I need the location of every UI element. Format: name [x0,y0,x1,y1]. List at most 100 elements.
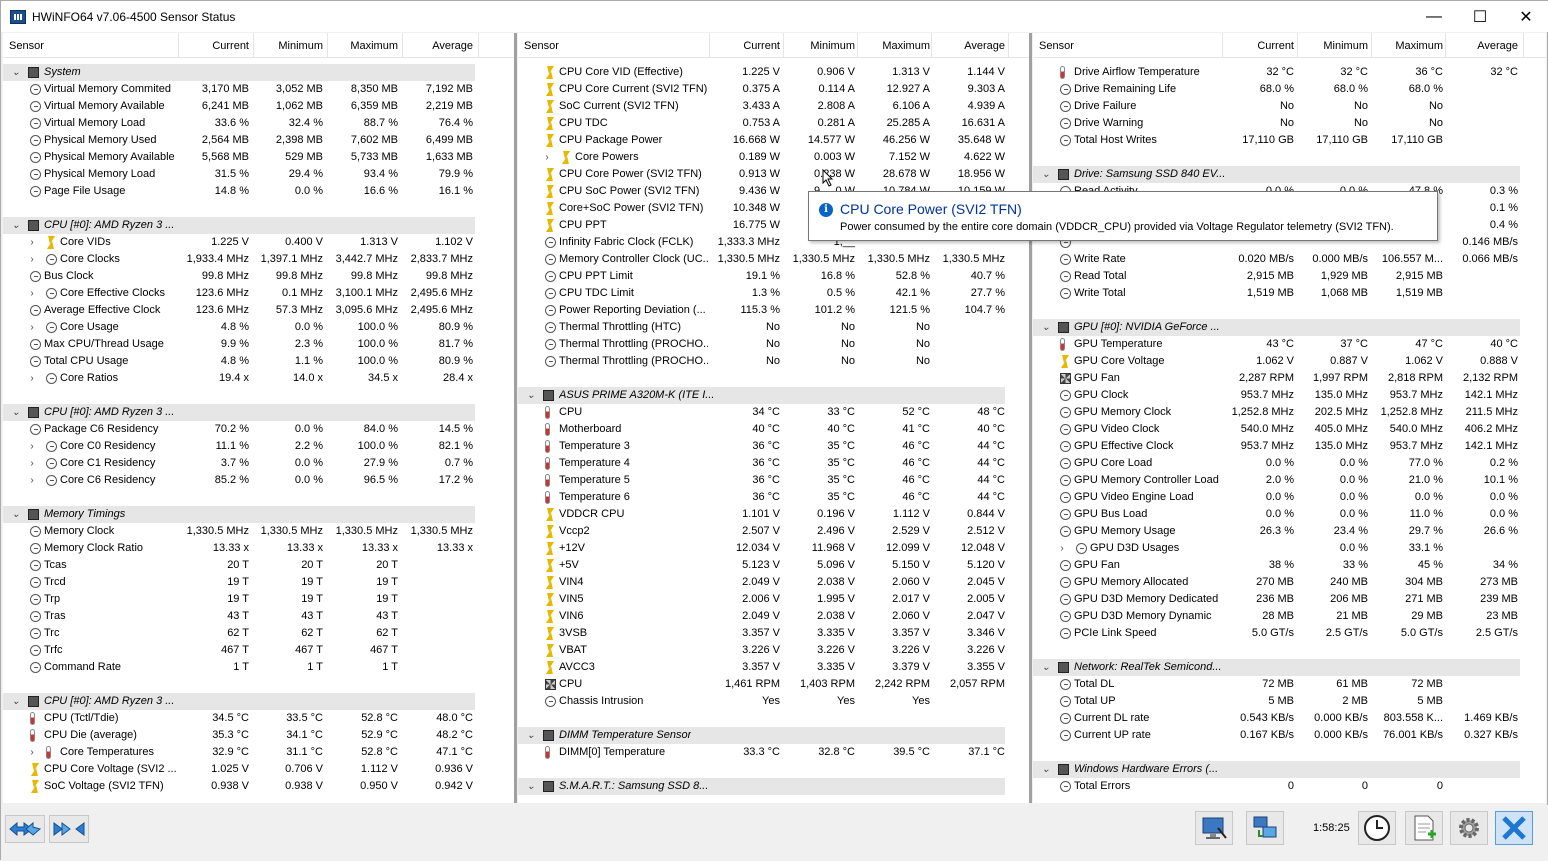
collapse-icon[interactable]: ⌄ [1041,166,1051,183]
collapse-icon[interactable]: ⌄ [11,506,21,523]
sensor-row[interactable]: Motherboard 40 °C 40 °C 41 °C 40 °C [518,421,1029,438]
sensor-row[interactable]: Temperature 6 36 °C 35 °C 46 °C 44 °C [518,489,1029,506]
sensor-row[interactable]: › Core Effective Clocks 123.6 MHz 0.1 MHz 3,… [3,285,514,302]
sensor-row[interactable]: Write Total 1,519 MB 1,068 MB 1,519 MB [1033,285,1546,302]
sensor-row[interactable]: Page File Usage 14.8 % 0.0 % 16.6 % 16.1 % [3,183,514,200]
sensor-row[interactable]: 3VSB 3.357 V 3.335 V 3.357 V 3.346 V [518,625,1029,642]
sensor-group-header[interactable]: ⌄ System [3,64,475,81]
sensor-group-header[interactable]: ⌄ CPU [#0]: AMD Ryzen 3 ... [3,404,475,421]
sensor-row[interactable]: GPU Bus Load 0.0 % 0.0 % 11.0 % 0.0 % [1033,506,1546,523]
header-current[interactable]: Current [212,40,249,52]
expand-icon[interactable]: › [27,285,37,302]
sensor-row[interactable]: GPU Video Engine Load 0.0 % 0.0 % 0.0 % 0.0 … [1033,489,1546,506]
sensor-row[interactable]: CPU Die (average) 35.3 °C 34.1 °C 52.9 °C 48… [3,727,514,744]
header-maximum[interactable]: Maximum [882,40,930,52]
expand-icon[interactable]: › [27,744,37,761]
sensor-row[interactable]: Virtual Memory Commited 3,170 MB 3,052 MB 8… [3,81,514,98]
panel-splitter[interactable] [514,33,517,803]
sensor-row[interactable]: Physical Memory Available 5,568 MB 529 MB 5… [3,149,514,166]
sensor-row[interactable]: GPU Core Voltage 1.062 V 0.887 V 1.062 V 0.8… [1033,353,1546,370]
collapse-icon[interactable]: ⌄ [11,217,21,234]
collapse-icon[interactable]: ⌄ [11,693,21,710]
sensor-row[interactable]: › GPU D3D Usages 0.0 % 33.1 % [1033,540,1546,557]
sensor-row[interactable]: Tcas 20 T 20 T 20 T [3,557,514,574]
sensor-row[interactable]: GPU Core Load 0.0 % 0.0 % 77.0 % 0.2 % [1033,455,1546,472]
sensor-row[interactable]: Temperature 4 36 °C 35 °C 46 °C 44 °C [518,455,1029,472]
sensor-row[interactable]: Trc 62 T 62 T 62 T [3,625,514,642]
header-minimum[interactable]: Minimum [278,40,323,52]
collapse-icon[interactable]: ⌄ [526,727,536,744]
header-average[interactable]: Average [432,40,473,52]
expand-icon[interactable]: › [27,438,37,455]
sensor-group-header[interactable]: ⌄ Windows Hardware Errors (... [1033,761,1520,778]
sensor-row[interactable]: Virtual Memory Load 33.6 % 32.4 % 88.7 % 76.… [3,115,514,132]
sensor-panel-1[interactable]: Sensor Current Minimum Maximum Average ⌄ Syste… [3,33,514,803]
sensor-row[interactable]: Drive Warning No No No [1033,115,1546,132]
sensor-row[interactable]: › Core Powers 0.189 W 0.003 W 7.152 W 4.622 W [518,149,1029,166]
expand-icon[interactable]: › [542,149,552,166]
sensor-row[interactable]: Memory Controller Clock (UC... 1,330.5 MH… [518,251,1029,268]
sensor-row[interactable]: CPU PPT Limit 19.1 % 16.8 % 52.8 % 40.7 % [518,268,1029,285]
sensor-row[interactable]: › Core C0 Residency 11.1 % 2.2 % 100.0 % 82.1… [3,438,514,455]
sensor-row[interactable]: Package C6 Residency 70.2 % 0.0 % 84.0 % 14.… [3,421,514,438]
header-maximum[interactable]: Maximum [1395,40,1443,52]
collapse-icon[interactable]: ⌄ [11,404,21,421]
sensor-row[interactable]: Current UP rate 0.167 KB/s 0.000 KB/s 76.00… [1033,727,1546,744]
network-button[interactable] [1246,811,1284,845]
column-divider[interactable] [1371,33,1372,57]
collapse-icon[interactable]: ⌄ [11,64,21,81]
collapse-icon[interactable]: ⌄ [1041,659,1051,676]
sensor-row[interactable]: Temperature 5 36 °C 35 °C 46 °C 44 °C [518,472,1029,489]
sensor-row[interactable]: Drive Failure No No No [1033,98,1546,115]
sensor-row[interactable]: GPU Memory Allocated 270 MB 240 MB 304 MB 27… [1033,574,1546,591]
header-maximum[interactable]: Maximum [350,40,398,52]
expand-all-button[interactable] [5,815,45,843]
column-divider[interactable] [931,33,932,57]
sensor-row[interactable]: Drive Remaining Life 68.0 % 68.0 % 68.0 % [1033,81,1546,98]
sensor-group-header[interactable]: ⌄ GPU [#0]: NVIDIA GeForce ... [1033,319,1520,336]
sensor-row[interactable]: Trp 19 T 19 T 19 T [3,591,514,608]
column-divider[interactable] [1297,33,1298,57]
sensor-row[interactable]: DIMM[0] Temperature 33.3 °C 32.8 °C 39.5 °C… [518,744,1029,761]
sensor-row[interactable]: Total DL 72 MB 61 MB 72 MB [1033,676,1546,693]
expand-icon[interactable]: › [27,472,37,489]
panel-splitter[interactable] [1029,33,1032,803]
sensor-row[interactable]: GPU D3D Memory Dynamic 28 MB 21 MB 29 MB 23 … [1033,608,1546,625]
column-divider[interactable] [857,33,858,57]
collapse-icon[interactable]: ⌄ [1041,761,1051,778]
header-sensor[interactable]: Sensor [1039,40,1074,52]
sensor-row[interactable]: GPU Temperature 43 °C 37 °C 47 °C 40 °C [1033,336,1546,353]
header-sensor[interactable]: Sensor [524,40,559,52]
sensor-row[interactable]: Drive Airflow Temperature 32 °C 32 °C 36 °C… [1033,64,1546,81]
column-divider[interactable] [1222,33,1223,57]
column-divider[interactable] [402,33,403,57]
sensor-group-header[interactable]: ⌄ CPU [#0]: AMD Ryzen 3 ... [3,217,475,234]
header-sensor[interactable]: Sensor [9,40,44,52]
expand-icon[interactable]: › [27,234,37,251]
sensor-row[interactable]: Total Errors 0 0 0 [1033,778,1546,795]
sensor-row[interactable]: GPU Memory Controller Load 2.0 % 0.0 % 21.0… [1033,472,1546,489]
collapse-icon[interactable]: ⌄ [1041,319,1051,336]
sensor-group-header[interactable]: ⌄ ASUS PRIME A320M-K (ITE I... [518,387,1005,404]
sensor-row[interactable]: CPU TDC 0.753 A 0.281 A 25.285 A 16.631 A [518,115,1029,132]
column-divider[interactable] [709,33,710,57]
sensor-row[interactable]: CPU TDC Limit 1.3 % 0.5 % 42.1 % 27.7 % [518,285,1029,302]
maximize-button[interactable]: ☐ [1457,1,1503,32]
close-window-button[interactable]: ✕ [1503,1,1548,32]
collapse-all-button[interactable] [49,815,89,843]
sensor-row[interactable]: Memory Clock 1,330.5 MHz 1,330.5 MHz 1,330.… [3,523,514,540]
sensor-row[interactable]: › Core C6 Residency 85.2 % 0.0 % 96.5 % 17.2 … [3,472,514,489]
sensor-row[interactable]: › Core C1 Residency 3.7 % 0.0 % 27.9 % 0.7 % [3,455,514,472]
monitor-button[interactable] [1195,811,1233,845]
sensor-row[interactable]: Command Rate 1 T 1 T 1 T [3,659,514,676]
sensor-row[interactable]: GPU Memory Usage 26.3 % 23.4 % 29.7 % 26.6 % [1033,523,1546,540]
sensor-row[interactable]: Write Rate 0.020 MB/s 0.000 MB/s 106.557 M.… [1033,251,1546,268]
sensor-row[interactable]: Total Host Writes 17,110 GB 17,110 GB 17,11… [1033,132,1546,149]
sensor-row[interactable]: CPU Core Power (SVI2 TFN) 0.913 W 0.238 W 2… [518,166,1029,183]
sensor-row[interactable]: Memory Clock Ratio 13.33 x 13.33 x 13.33 x 1… [3,540,514,557]
sensor-row[interactable]: Virtual Memory Available 6,241 MB 1,062 MB… [3,98,514,115]
sensor-row[interactable]: GPU Fan 2,287 RPM 1,997 RPM 2,818 RPM 2,132 … [1033,370,1546,387]
sensor-row[interactable]: CPU Core Current (SVI2 TFN) 0.375 A 0.114 … [518,81,1029,98]
sensor-row[interactable]: CPU 1,461 RPM 1,403 RPM 2,242 RPM 2,057 RPM [518,676,1029,693]
sensor-row[interactable]: SoC Voltage (SVI2 TFN) 0.938 V 0.938 V 0.95… [3,778,514,795]
